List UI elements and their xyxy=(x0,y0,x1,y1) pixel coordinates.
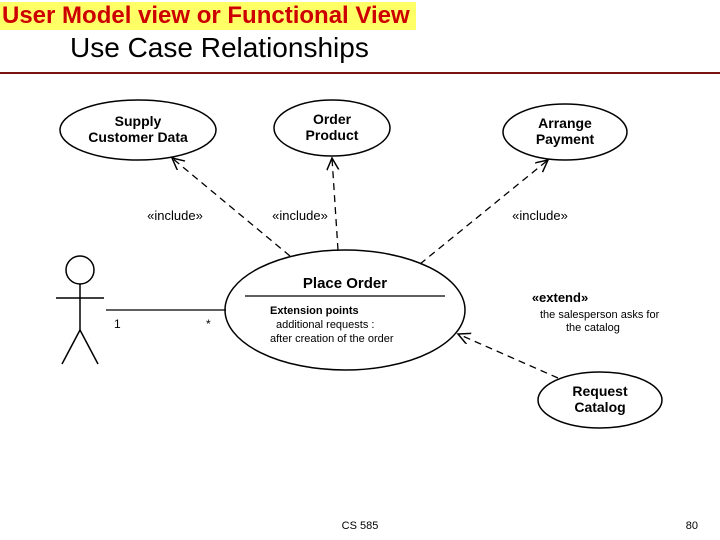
actor xyxy=(56,256,104,364)
footer-center: CS 585 xyxy=(0,520,720,532)
extend-label: «extend» xyxy=(532,290,588,305)
page-number: 80 xyxy=(686,520,698,532)
uc-supply-l2: Customer Data xyxy=(88,129,188,145)
place-order-ext1: additional requests : xyxy=(276,319,374,331)
request-catalog-l1: Request xyxy=(572,383,628,399)
uc-order-l1: Order xyxy=(313,111,352,127)
place-order-ext-head: Extension points xyxy=(270,305,359,317)
extend-note-1: the salesperson asks for xyxy=(540,309,660,321)
uc-order-l2: Product xyxy=(306,127,359,143)
title-rule xyxy=(0,72,720,74)
uc-arrange-l1: Arrange xyxy=(538,115,592,131)
place-order-ext2: after creation of the order xyxy=(270,333,394,345)
uc-supply-l1: Supply xyxy=(115,113,162,129)
include-arrow-supply xyxy=(172,158,290,256)
extend-arrow xyxy=(458,334,558,378)
multiplicity-star: * xyxy=(206,317,211,331)
extend-note-2: the catalog xyxy=(566,322,620,334)
include-label-2: «include» xyxy=(272,208,328,223)
header-strip: User Model view or Functional View xyxy=(0,2,416,30)
use-case-diagram: Supply Customer Data Order Product Arran… xyxy=(0,80,720,490)
uc-arrange-l2: Payment xyxy=(536,131,595,147)
multiplicity-1: 1 xyxy=(114,317,121,331)
page-title: Use Case Relationships xyxy=(70,32,369,64)
include-label-3: «include» xyxy=(512,208,568,223)
request-catalog-l2: Catalog xyxy=(574,399,625,415)
place-order-title: Place Order xyxy=(303,275,387,292)
include-label-1: «include» xyxy=(147,208,203,223)
include-arrow-order xyxy=(332,158,338,250)
diagram-stage: Supply Customer Data Order Product Arran… xyxy=(0,80,720,490)
